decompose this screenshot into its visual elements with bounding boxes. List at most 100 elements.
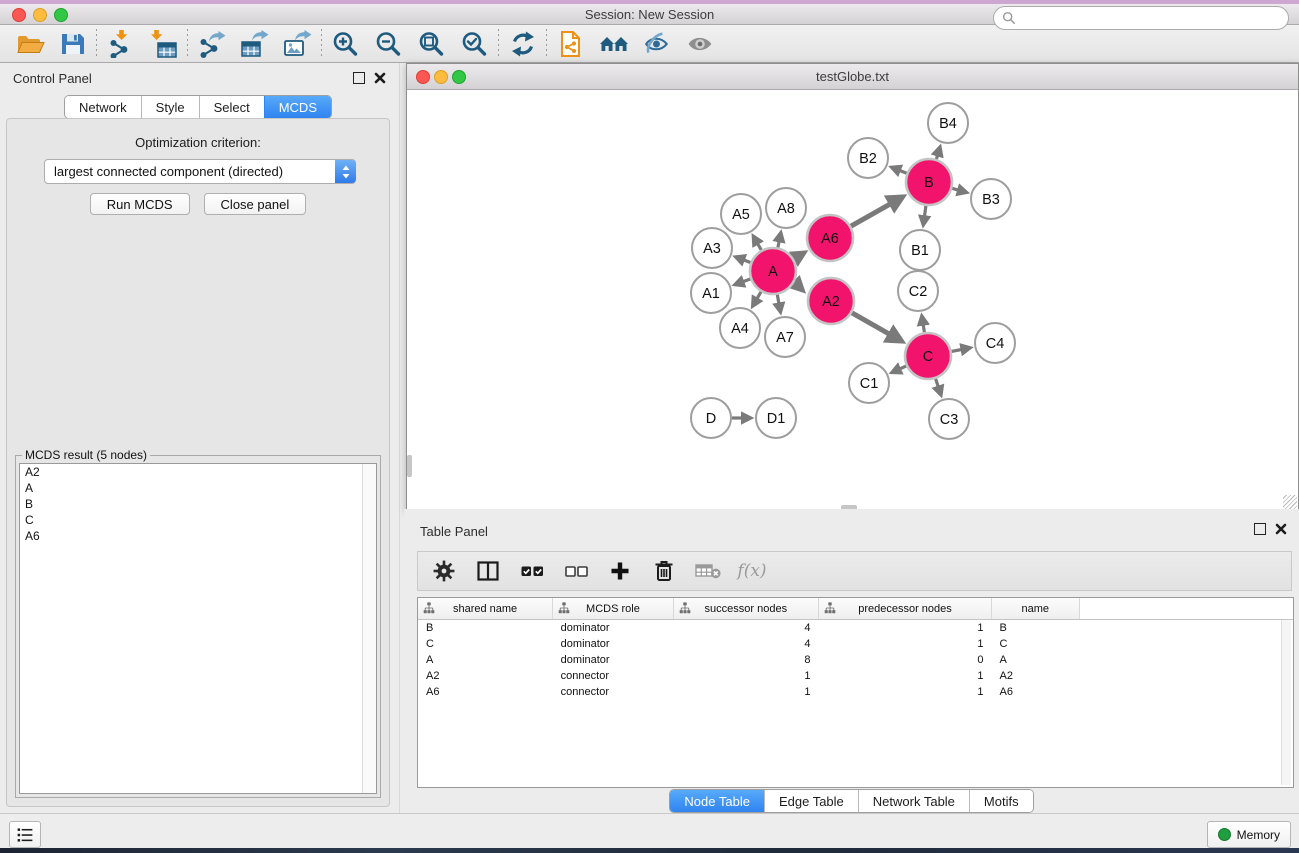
column-header-predecessor-nodes[interactable]: predecessor nodes: [818, 598, 991, 620]
table-cell[interactable]: 4: [673, 620, 818, 637]
table-cell[interactable]: dominator: [553, 652, 674, 668]
mcds-result-item[interactable]: C: [20, 512, 376, 528]
edge-B-B3[interactable]: [952, 188, 958, 190]
edge-A2-C[interactable]: [852, 313, 889, 334]
graph-node-C1[interactable]: C1: [849, 363, 889, 403]
graph-node-A5[interactable]: A5: [721, 194, 761, 234]
table-cell[interactable]: B: [418, 620, 553, 637]
edge-B-B2[interactable]: [900, 171, 907, 174]
table-row[interactable]: Adominator80A: [418, 652, 1293, 668]
home-view-button[interactable]: [592, 28, 635, 60]
graph-node-A4[interactable]: A4: [720, 308, 760, 348]
column-header-shared-name[interactable]: shared name: [418, 598, 553, 620]
column-header-MCDS-role[interactable]: MCDS role: [553, 598, 674, 620]
graph-node-C2[interactable]: C2: [898, 271, 938, 311]
float-panel-icon[interactable]: [353, 72, 365, 84]
search-input[interactable]: [1020, 10, 1288, 26]
edge-C-C1[interactable]: [900, 366, 906, 369]
tab-node-table[interactable]: Node Table: [670, 790, 764, 812]
birds-eye-view-button[interactable]: [678, 28, 721, 60]
graph-node-A7[interactable]: A7: [765, 317, 805, 357]
table-cell[interactable]: A6: [992, 684, 1080, 700]
graph-node-A3[interactable]: A3: [692, 228, 732, 268]
search-box[interactable]: [993, 6, 1289, 30]
table-cell[interactable]: 1: [818, 620, 991, 637]
table-cell[interactable]: A2: [418, 668, 553, 684]
graph-node-C3[interactable]: C3: [929, 399, 969, 439]
edge-A6-B[interactable]: [851, 204, 890, 226]
close-panel-icon[interactable]: [374, 72, 386, 84]
tab-edge-table[interactable]: Edge Table: [764, 790, 858, 812]
table-settings-button[interactable]: [428, 556, 460, 586]
edge-C-C2[interactable]: [923, 325, 924, 333]
tab-network[interactable]: Network: [65, 96, 141, 118]
function-builder-button[interactable]: f(x): [736, 556, 768, 586]
table-scrollbar[interactable]: [1281, 620, 1291, 785]
graph-node-A6[interactable]: A6: [807, 215, 853, 261]
open-file-button[interactable]: [8, 28, 51, 60]
graph-node-B[interactable]: B: [906, 159, 952, 205]
mcds-result-item[interactable]: A: [20, 480, 376, 496]
table-cell[interactable]: 1: [673, 668, 818, 684]
edge-C-C3[interactable]: [936, 379, 939, 387]
tab-motifs[interactable]: Motifs: [969, 790, 1033, 812]
delete-table-button[interactable]: [692, 556, 724, 586]
table-cell[interactable]: dominator: [553, 620, 674, 637]
table-cell[interactable]: dominator: [553, 636, 674, 652]
graph-node-A1[interactable]: A1: [691, 273, 731, 313]
mcds-result-item[interactable]: B: [20, 496, 376, 512]
mcds-result-list[interactable]: A2ABCA6: [19, 463, 377, 794]
run-mcds-button[interactable]: Run MCDS: [90, 193, 190, 215]
table-cell[interactable]: 8: [673, 652, 818, 668]
zoom-out-button[interactable]: [367, 28, 410, 60]
zoom-in-button[interactable]: [324, 28, 367, 60]
edge-B-B4[interactable]: [936, 156, 937, 160]
table-cell[interactable]: B: [992, 620, 1080, 637]
add-column-button[interactable]: [604, 556, 636, 586]
new-network-from-file-button[interactable]: [549, 28, 592, 60]
tab-network-table[interactable]: Network Table: [858, 790, 969, 812]
table-cell[interactable]: 4: [673, 636, 818, 652]
float-table-panel-icon[interactable]: [1254, 523, 1266, 535]
table-cell[interactable]: 1: [818, 684, 991, 700]
table-cell[interactable]: 1: [673, 684, 818, 700]
table-cell[interactable]: C: [992, 636, 1080, 652]
mcds-result-item[interactable]: A6: [20, 528, 376, 544]
mcds-list-scrollbar[interactable]: [362, 464, 376, 793]
select-all-columns-button[interactable]: [516, 556, 548, 586]
table-row[interactable]: A6connector11A6: [418, 684, 1293, 700]
column-header-successor-nodes[interactable]: successor nodes: [673, 598, 818, 620]
table-cell[interactable]: 0: [818, 652, 991, 668]
panel-divider[interactable]: [399, 63, 400, 813]
table-cell[interactable]: 1: [818, 636, 991, 652]
node-table[interactable]: shared nameMCDS rolesuccessor nodesprede…: [417, 597, 1294, 788]
export-table-button[interactable]: [233, 28, 276, 60]
table-cell[interactable]: 1: [818, 668, 991, 684]
window-resize-grip[interactable]: [1283, 495, 1297, 509]
table-cell[interactable]: A: [418, 652, 553, 668]
mcds-result-item[interactable]: A2: [20, 464, 376, 480]
criterion-dropdown[interactable]: largest connected component (directed): [44, 159, 356, 184]
edge-A-A8[interactable]: [778, 241, 779, 247]
table-cell[interactable]: A6: [418, 684, 553, 700]
graph-node-C4[interactable]: C4: [975, 323, 1015, 363]
graph-node-B3[interactable]: B3: [971, 179, 1011, 219]
table-row[interactable]: Cdominator41C: [418, 636, 1293, 652]
save-session-button[interactable]: [51, 28, 94, 60]
table-row[interactable]: Bdominator41B: [418, 620, 1293, 637]
table-cell[interactable]: connector: [553, 684, 674, 700]
edge-A-A5[interactable]: [758, 244, 762, 250]
table-cell[interactable]: A: [992, 652, 1080, 668]
task-history-button[interactable]: [9, 821, 41, 848]
network-canvas[interactable]: AA6A2BCA5A8A3A1A4A7B4B2B3B1C2C4C1C3DD1: [407, 90, 1298, 510]
tab-style[interactable]: Style: [141, 96, 199, 118]
graph-node-B1[interactable]: B1: [900, 230, 940, 270]
close-table-panel-icon[interactable]: [1275, 523, 1287, 535]
import-table-from-file-button[interactable]: [142, 28, 185, 60]
refresh-view-button[interactable]: [501, 28, 544, 60]
network-window-titlebar[interactable]: testGlobe.txt: [407, 64, 1298, 90]
column-header-name[interactable]: name: [992, 598, 1080, 620]
graph-node-A8[interactable]: A8: [766, 188, 806, 228]
delete-column-button[interactable]: [648, 556, 680, 586]
export-image-button[interactable]: [276, 28, 319, 60]
